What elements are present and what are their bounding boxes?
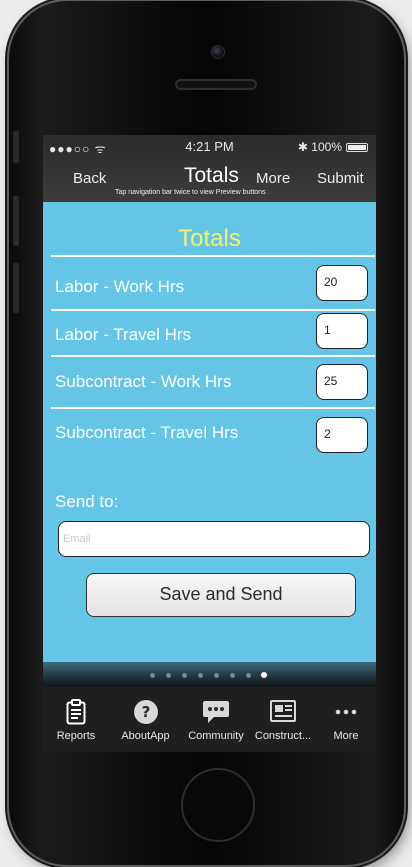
labor-travel-hrs-input[interactable]: 1: [316, 313, 368, 349]
subcontract-work-hrs-input[interactable]: 25: [316, 364, 368, 400]
subcontract-travel-hrs-input[interactable]: 2: [316, 417, 368, 453]
tab-bar: Reports ? AboutApp Community Construct..…: [43, 687, 376, 752]
clipboard-icon: [66, 699, 86, 730]
save-and-send-button[interactable]: Save and Send: [86, 573, 356, 617]
page-dot[interactable]: [182, 673, 187, 678]
email-field[interactable]: Email: [58, 521, 370, 557]
divider: [51, 407, 375, 409]
tab-construct[interactable]: Construct...: [250, 687, 316, 752]
content-title: Totals: [178, 225, 241, 252]
newspaper-icon: [270, 699, 296, 728]
subcontract-work-hrs-label: Subcontract - Work Hrs: [55, 372, 232, 391]
tab-label: Construct...: [254, 730, 312, 742]
page-dot[interactable]: [198, 673, 203, 678]
page-dot[interactable]: [150, 673, 155, 678]
divider: [51, 255, 375, 257]
battery-icon: [346, 143, 368, 152]
tab-label: Community: [188, 730, 244, 742]
earpiece-speaker: [175, 79, 257, 90]
front-camera: [211, 45, 225, 59]
labor-work-hrs-input[interactable]: 20: [316, 265, 368, 301]
page-indicator[interactable]: [43, 662, 376, 687]
labor-work-hrs-label: Labor - Work Hrs: [55, 277, 185, 296]
navigation-bar[interactable]: ●●●○○ ᯤ 4:21 PM ✱ 100% Back Totals More …: [43, 135, 376, 202]
page-dot[interactable]: [246, 673, 251, 678]
tab-label: More: [333, 730, 359, 742]
app-screen: ●●●○○ ᯤ 4:21 PM ✱ 100% Back Totals More …: [43, 135, 376, 752]
back-button[interactable]: Back: [73, 170, 106, 187]
divider: [51, 309, 375, 311]
send-to-label: Send to:: [55, 492, 119, 511]
nav-hint-text: Tap navigation bar twice to view Preview…: [115, 189, 266, 196]
volume-up-button: [13, 196, 19, 246]
volume-down-button: [13, 263, 19, 313]
submit-button[interactable]: Submit: [317, 170, 364, 187]
mute-switch: [13, 131, 19, 163]
tab-aboutapp[interactable]: ? AboutApp: [109, 687, 182, 752]
page-dot[interactable]: [230, 673, 235, 678]
chat-bubble-icon: [202, 699, 230, 730]
page-dot[interactable]: [214, 673, 219, 678]
tab-more[interactable]: More: [316, 687, 376, 752]
tab-community[interactable]: Community: [182, 687, 250, 752]
battery-percent: ✱ 100%: [297, 140, 342, 154]
page-dot-active[interactable]: [261, 672, 267, 678]
question-icon: ?: [133, 699, 159, 730]
labor-travel-hrs-label: Labor - Travel Hrs: [55, 325, 192, 344]
tab-label: Reports: [56, 730, 96, 742]
page-dot[interactable]: [166, 673, 171, 678]
svg-text:?: ?: [141, 703, 150, 721]
tab-reports[interactable]: Reports: [43, 687, 109, 752]
more-button[interactable]: More: [256, 170, 290, 187]
divider: [51, 355, 375, 357]
subcontract-travel-hrs-label: Subcontract - Travel Hrs: [55, 423, 239, 442]
home-button[interactable]: [181, 768, 255, 842]
page-title: Totals: [184, 164, 239, 187]
tab-label: AboutApp: [121, 730, 170, 742]
ellipsis-icon: [334, 699, 358, 728]
